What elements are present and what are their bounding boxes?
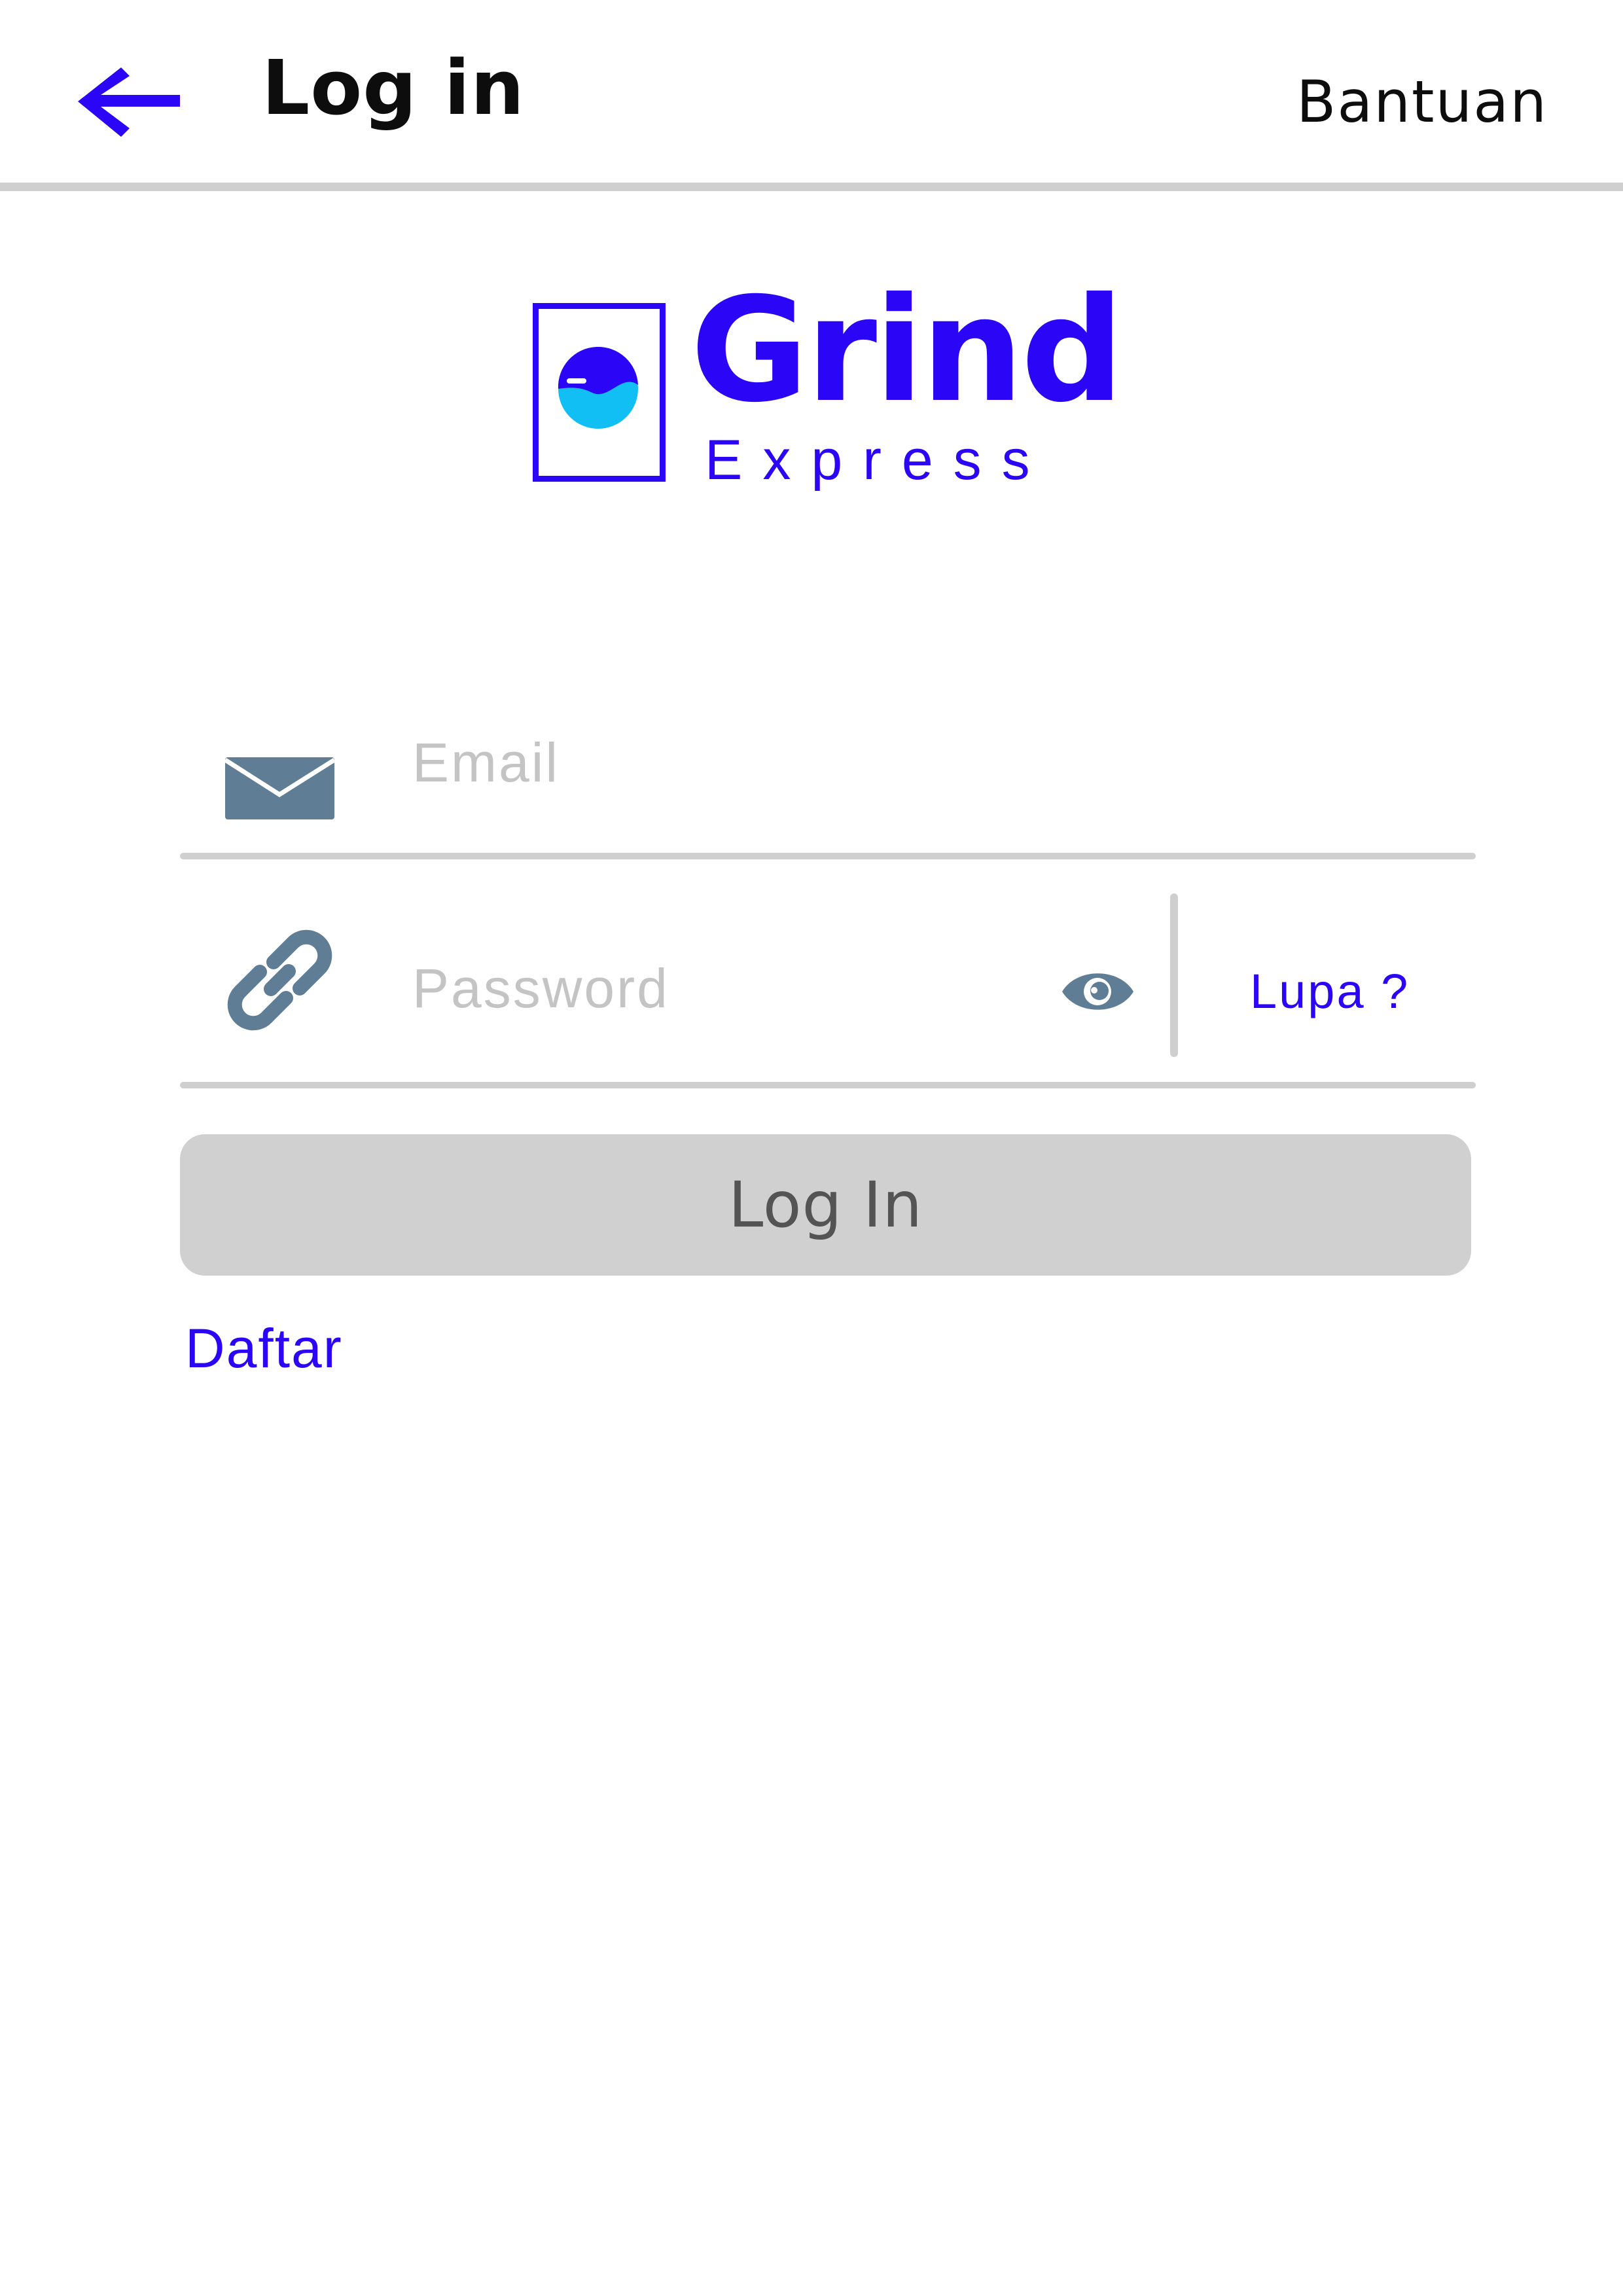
arrow-left-icon (78, 67, 180, 137)
field-divider (1170, 893, 1178, 1057)
show-password-button[interactable] (1060, 962, 1135, 1021)
link-icon (223, 923, 337, 1037)
password-field: Lupa ? (180, 870, 1476, 1093)
password-underline (180, 1082, 1476, 1088)
eye-icon (1062, 973, 1133, 1010)
header-divider (0, 183, 1623, 191)
envelope-icon (223, 721, 337, 836)
logo-subtitle: Express (705, 429, 1050, 492)
help-link[interactable]: Bantuan (1296, 73, 1548, 131)
password-input[interactable] (412, 952, 1034, 1024)
back-button[interactable] (69, 62, 190, 144)
logo-name: Grind (690, 266, 1124, 434)
app-logo: Grind Express (527, 278, 1124, 494)
email-input[interactable] (412, 726, 1427, 798)
page-title: Log in (262, 45, 525, 132)
email-underline (180, 853, 1476, 859)
forgot-password-link[interactable]: Lupa ? (1250, 967, 1410, 1016)
login-button[interactable]: Log In (180, 1134, 1471, 1276)
logo-circle-icon (558, 347, 638, 429)
email-field (180, 694, 1476, 864)
app-header: Log in Bantuan (0, 0, 1623, 185)
logo-mark (533, 303, 666, 482)
register-link[interactable]: Daftar (185, 1321, 343, 1376)
